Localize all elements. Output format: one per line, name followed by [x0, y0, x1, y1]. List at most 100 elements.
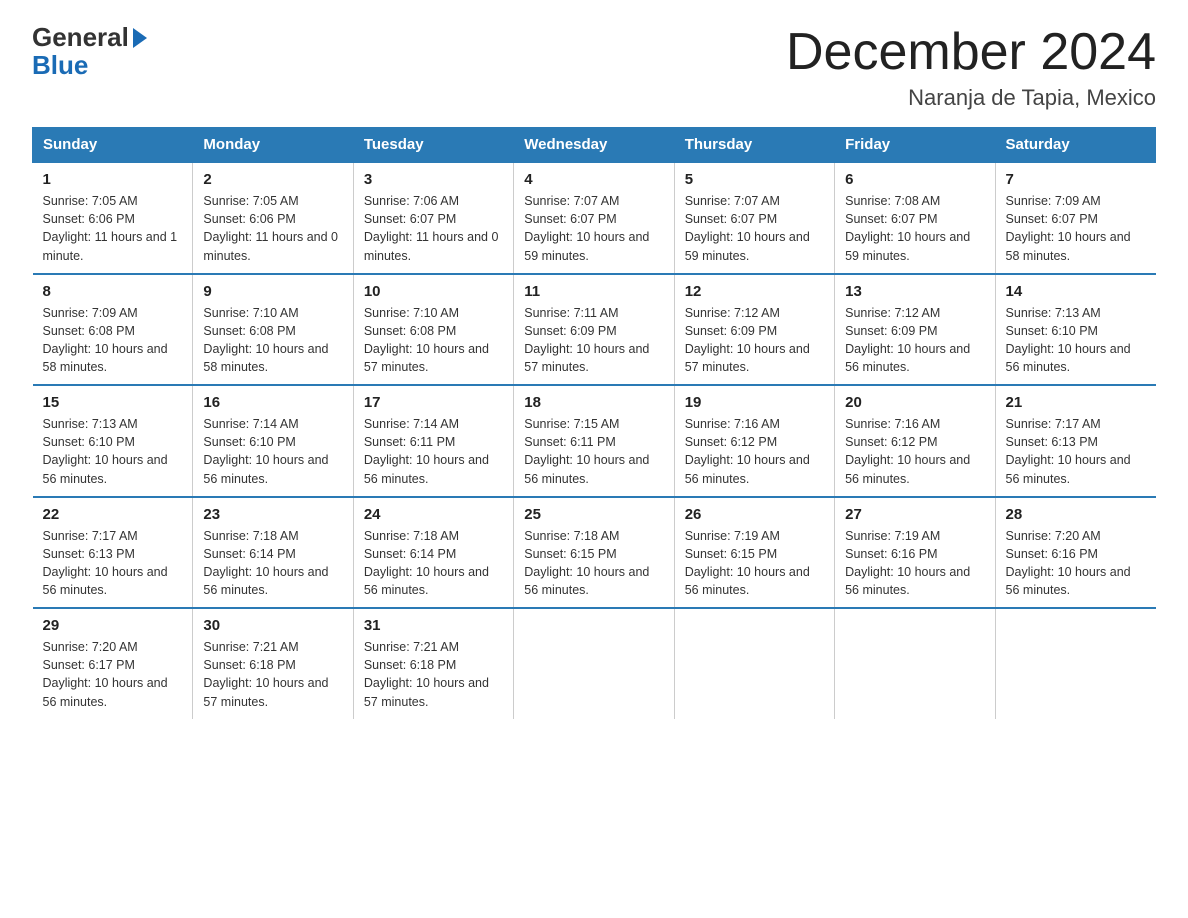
logo-blue-text: Blue — [32, 50, 88, 81]
day-number: 5 — [685, 171, 824, 188]
day-number: 27 — [845, 506, 984, 523]
day-info: Sunrise: 7:10 AM Sunset: 6:08 PM Dayligh… — [203, 304, 342, 377]
day-info: Sunrise: 7:18 AM Sunset: 6:15 PM Dayligh… — [524, 527, 663, 600]
day-info: Sunrise: 7:21 AM Sunset: 6:18 PM Dayligh… — [364, 638, 503, 711]
day-number: 6 — [845, 171, 984, 188]
table-row: 31 Sunrise: 7:21 AM Sunset: 6:18 PM Dayl… — [353, 608, 513, 719]
day-info: Sunrise: 7:09 AM Sunset: 6:07 PM Dayligh… — [1006, 192, 1146, 265]
header-tuesday: Tuesday — [353, 128, 513, 163]
title-section: December 2024 Naranja de Tapia, Mexico — [786, 24, 1156, 111]
day-number: 1 — [43, 171, 183, 188]
day-number: 15 — [43, 394, 183, 411]
table-row: 2 Sunrise: 7:05 AM Sunset: 6:06 PM Dayli… — [193, 162, 353, 274]
day-number: 26 — [685, 506, 824, 523]
table-row: 26 Sunrise: 7:19 AM Sunset: 6:15 PM Dayl… — [674, 497, 834, 609]
table-row: 5 Sunrise: 7:07 AM Sunset: 6:07 PM Dayli… — [674, 162, 834, 274]
day-number: 8 — [43, 283, 183, 300]
table-row: 18 Sunrise: 7:15 AM Sunset: 6:11 PM Dayl… — [514, 385, 674, 497]
table-row: 4 Sunrise: 7:07 AM Sunset: 6:07 PM Dayli… — [514, 162, 674, 274]
day-info: Sunrise: 7:14 AM Sunset: 6:11 PM Dayligh… — [364, 415, 503, 488]
table-row: 12 Sunrise: 7:12 AM Sunset: 6:09 PM Dayl… — [674, 274, 834, 386]
day-number: 11 — [524, 283, 663, 300]
table-row: 21 Sunrise: 7:17 AM Sunset: 6:13 PM Dayl… — [995, 385, 1155, 497]
day-number: 14 — [1006, 283, 1146, 300]
table-row: 16 Sunrise: 7:14 AM Sunset: 6:10 PM Dayl… — [193, 385, 353, 497]
day-info: Sunrise: 7:10 AM Sunset: 6:08 PM Dayligh… — [364, 304, 503, 377]
day-info: Sunrise: 7:16 AM Sunset: 6:12 PM Dayligh… — [845, 415, 984, 488]
day-info: Sunrise: 7:09 AM Sunset: 6:08 PM Dayligh… — [43, 304, 183, 377]
table-row: 30 Sunrise: 7:21 AM Sunset: 6:18 PM Dayl… — [193, 608, 353, 719]
day-info: Sunrise: 7:13 AM Sunset: 6:10 PM Dayligh… — [43, 415, 183, 488]
day-number: 31 — [364, 617, 503, 634]
day-info: Sunrise: 7:07 AM Sunset: 6:07 PM Dayligh… — [685, 192, 824, 265]
table-row: 25 Sunrise: 7:18 AM Sunset: 6:15 PM Dayl… — [514, 497, 674, 609]
day-info: Sunrise: 7:15 AM Sunset: 6:11 PM Dayligh… — [524, 415, 663, 488]
header-friday: Friday — [835, 128, 995, 163]
table-row: 11 Sunrise: 7:11 AM Sunset: 6:09 PM Dayl… — [514, 274, 674, 386]
calendar-week-row: 8 Sunrise: 7:09 AM Sunset: 6:08 PM Dayli… — [33, 274, 1156, 386]
day-number: 21 — [1006, 394, 1146, 411]
table-row: 23 Sunrise: 7:18 AM Sunset: 6:14 PM Dayl… — [193, 497, 353, 609]
table-row: 20 Sunrise: 7:16 AM Sunset: 6:12 PM Dayl… — [835, 385, 995, 497]
header-thursday: Thursday — [674, 128, 834, 163]
table-row: 9 Sunrise: 7:10 AM Sunset: 6:08 PM Dayli… — [193, 274, 353, 386]
day-number: 24 — [364, 506, 503, 523]
day-info: Sunrise: 7:18 AM Sunset: 6:14 PM Dayligh… — [364, 527, 503, 600]
table-row: 24 Sunrise: 7:18 AM Sunset: 6:14 PM Dayl… — [353, 497, 513, 609]
table-row: 3 Sunrise: 7:06 AM Sunset: 6:07 PM Dayli… — [353, 162, 513, 274]
day-number: 12 — [685, 283, 824, 300]
day-number: 25 — [524, 506, 663, 523]
table-row: 8 Sunrise: 7:09 AM Sunset: 6:08 PM Dayli… — [33, 274, 193, 386]
day-info: Sunrise: 7:13 AM Sunset: 6:10 PM Dayligh… — [1006, 304, 1146, 377]
day-info: Sunrise: 7:12 AM Sunset: 6:09 PM Dayligh… — [845, 304, 984, 377]
table-row: 19 Sunrise: 7:16 AM Sunset: 6:12 PM Dayl… — [674, 385, 834, 497]
day-number: 17 — [364, 394, 503, 411]
day-number: 30 — [203, 617, 342, 634]
day-info: Sunrise: 7:21 AM Sunset: 6:18 PM Dayligh… — [203, 638, 342, 711]
day-info: Sunrise: 7:08 AM Sunset: 6:07 PM Dayligh… — [845, 192, 984, 265]
table-row: 15 Sunrise: 7:13 AM Sunset: 6:10 PM Dayl… — [33, 385, 193, 497]
day-number: 3 — [364, 171, 503, 188]
day-info: Sunrise: 7:18 AM Sunset: 6:14 PM Dayligh… — [203, 527, 342, 600]
table-row: 22 Sunrise: 7:17 AM Sunset: 6:13 PM Dayl… — [33, 497, 193, 609]
header-saturday: Saturday — [995, 128, 1155, 163]
header-row: Sunday Monday Tuesday Wednesday Thursday… — [33, 128, 1156, 163]
day-info: Sunrise: 7:20 AM Sunset: 6:16 PM Dayligh… — [1006, 527, 1146, 600]
table-row — [835, 608, 995, 719]
day-number: 23 — [203, 506, 342, 523]
calendar-table: Sunday Monday Tuesday Wednesday Thursday… — [32, 127, 1156, 719]
table-row: 14 Sunrise: 7:13 AM Sunset: 6:10 PM Dayl… — [995, 274, 1155, 386]
day-info: Sunrise: 7:06 AM Sunset: 6:07 PM Dayligh… — [364, 192, 503, 265]
calendar-week-row: 1 Sunrise: 7:05 AM Sunset: 6:06 PM Dayli… — [33, 162, 1156, 274]
table-row: 6 Sunrise: 7:08 AM Sunset: 6:07 PM Dayli… — [835, 162, 995, 274]
day-number: 10 — [364, 283, 503, 300]
day-number: 4 — [524, 171, 663, 188]
logo-general-text: General — [32, 24, 129, 50]
logo: General Blue — [32, 24, 147, 81]
table-row: 10 Sunrise: 7:10 AM Sunset: 6:08 PM Dayl… — [353, 274, 513, 386]
calendar-week-row: 29 Sunrise: 7:20 AM Sunset: 6:17 PM Dayl… — [33, 608, 1156, 719]
table-row: 28 Sunrise: 7:20 AM Sunset: 6:16 PM Dayl… — [995, 497, 1155, 609]
day-info: Sunrise: 7:05 AM Sunset: 6:06 PM Dayligh… — [43, 192, 183, 265]
table-row: 13 Sunrise: 7:12 AM Sunset: 6:09 PM Dayl… — [835, 274, 995, 386]
table-row: 29 Sunrise: 7:20 AM Sunset: 6:17 PM Dayl… — [33, 608, 193, 719]
day-number: 22 — [43, 506, 183, 523]
day-info: Sunrise: 7:11 AM Sunset: 6:09 PM Dayligh… — [524, 304, 663, 377]
day-number: 2 — [203, 171, 342, 188]
table-row — [514, 608, 674, 719]
table-row: 1 Sunrise: 7:05 AM Sunset: 6:06 PM Dayli… — [33, 162, 193, 274]
day-info: Sunrise: 7:20 AM Sunset: 6:17 PM Dayligh… — [43, 638, 183, 711]
day-info: Sunrise: 7:17 AM Sunset: 6:13 PM Dayligh… — [43, 527, 183, 600]
table-row: 27 Sunrise: 7:19 AM Sunset: 6:16 PM Dayl… — [835, 497, 995, 609]
table-row — [995, 608, 1155, 719]
logo-triangle-icon — [133, 28, 147, 48]
day-info: Sunrise: 7:12 AM Sunset: 6:09 PM Dayligh… — [685, 304, 824, 377]
table-row: 17 Sunrise: 7:14 AM Sunset: 6:11 PM Dayl… — [353, 385, 513, 497]
day-info: Sunrise: 7:05 AM Sunset: 6:06 PM Dayligh… — [203, 192, 342, 265]
calendar-week-row: 15 Sunrise: 7:13 AM Sunset: 6:10 PM Dayl… — [33, 385, 1156, 497]
day-info: Sunrise: 7:19 AM Sunset: 6:16 PM Dayligh… — [845, 527, 984, 600]
header-monday: Monday — [193, 128, 353, 163]
day-number: 16 — [203, 394, 342, 411]
day-number: 13 — [845, 283, 984, 300]
day-number: 7 — [1006, 171, 1146, 188]
